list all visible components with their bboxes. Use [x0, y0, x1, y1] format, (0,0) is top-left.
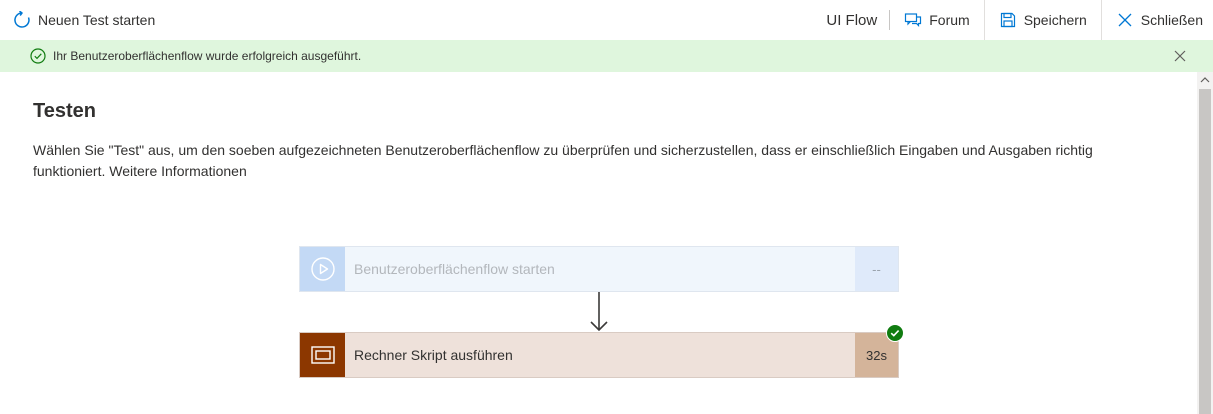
dismiss-icon[interactable]: [1173, 49, 1187, 63]
check-circle-icon: [30, 48, 46, 64]
vertical-scrollbar[interactable]: [1197, 72, 1213, 414]
close-label: Schließen: [1140, 12, 1203, 28]
flow-step-duration: --: [855, 247, 898, 291]
save-icon: [999, 11, 1017, 29]
play-circle-icon: [300, 247, 345, 291]
save-button[interactable]: Speichern: [985, 0, 1101, 40]
success-message-bar: Ihr Benutzeroberflächenflow wurde erfolg…: [0, 40, 1213, 72]
app-name: UI Flow: [826, 11, 878, 29]
close-icon: [1116, 11, 1134, 29]
flow-step-label: Benutzeroberflächenflow starten: [354, 261, 555, 277]
success-check-icon: [886, 324, 904, 342]
chat-icon: [904, 11, 922, 29]
success-message: Ihr Benutzeroberflächenflow wurde erfolg…: [53, 49, 362, 63]
arrow-down-icon: [590, 292, 608, 332]
flow-step-run-script[interactable]: Rechner Skript ausführen 32s: [299, 332, 899, 378]
refresh-icon: [13, 11, 31, 29]
page-description: Wählen Sie "Test" aus, um den soeben auf…: [33, 142, 1093, 179]
main-content: Testen Wählen Sie "Test" aus, um den soe…: [0, 72, 1197, 414]
close-button[interactable]: Schließen: [1102, 0, 1213, 40]
new-test-label: Neuen Test starten: [38, 12, 156, 28]
command-bar-right: UI Flow Forum Speichern Schließen: [826, 0, 1213, 40]
new-test-button[interactable]: Neuen Test starten: [0, 0, 155, 40]
save-label: Speichern: [1023, 12, 1087, 28]
forum-button[interactable]: Forum: [890, 0, 983, 40]
page-title: Testen: [33, 100, 96, 122]
scroll-up-icon[interactable]: [1200, 76, 1210, 84]
window-icon: [300, 333, 345, 377]
flow-step-start: Benutzeroberflächenflow starten --: [299, 246, 899, 292]
scrollbar-thumb[interactable]: [1199, 89, 1211, 414]
flow-step-label: Rechner Skript ausführen: [354, 347, 513, 363]
forum-label: Forum: [929, 12, 970, 28]
command-bar: Neuen Test starten UI Flow Forum Speiche…: [0, 0, 1213, 40]
